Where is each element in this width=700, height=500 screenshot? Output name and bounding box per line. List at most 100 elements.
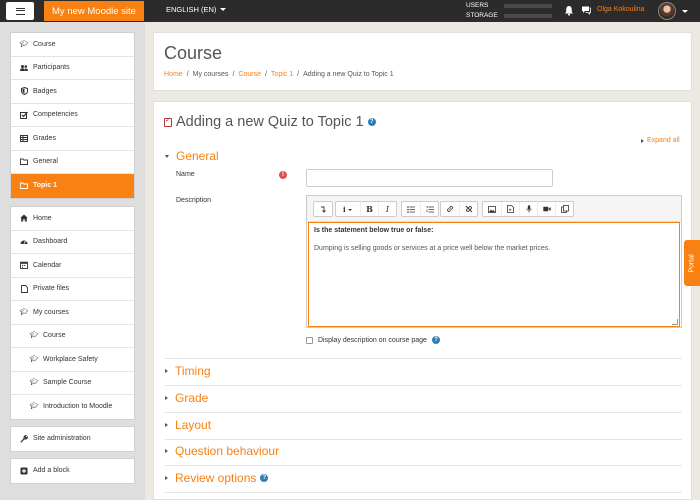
breadcrumb-home[interactable]: Home <box>164 71 183 78</box>
section-grade-toggle[interactable]: Grade <box>165 391 208 405</box>
section-layout-label: Layout <box>175 418 212 432</box>
section-question-behaviour-toggle[interactable]: Question behaviour <box>165 444 279 458</box>
users-icon <box>20 64 28 72</box>
breadcrumb-course[interactable]: Course <box>238 71 261 78</box>
caret-right-icon <box>641 138 644 143</box>
section-timing-toggle[interactable]: Timing <box>165 364 211 378</box>
section-layout-toggle[interactable]: Layout <box>165 418 211 432</box>
graduation-cap-icon: 🎓︎ <box>29 403 39 411</box>
nav-item-label: My courses <box>33 308 69 316</box>
usage-storage: STORAGE <box>466 11 552 21</box>
unlink-icon[interactable] <box>459 202 477 216</box>
nav-item-add-block[interactable]: Add a block <box>11 459 134 483</box>
section-divider <box>165 412 682 413</box>
chat-icon[interactable] <box>581 5 591 15</box>
site-name-link[interactable]: My new Moodle site <box>44 1 144 21</box>
nav-item-sample-course[interactable]: 🎓︎ Sample Course <box>11 372 134 395</box>
dashboard-icon <box>20 238 28 246</box>
bell-icon[interactable] <box>564 5 574 16</box>
help-icon[interactable]: ? <box>260 474 269 482</box>
avatar[interactable] <box>658 2 676 20</box>
page-header: Course Home / My courses / Course / Topi… <box>153 32 692 91</box>
language-menu[interactable]: ENGLISH (EN) <box>166 5 227 14</box>
name-input[interactable] <box>306 169 553 187</box>
nav-item-label: Home <box>33 214 52 222</box>
graduation-cap-icon: 🎓︎ <box>29 355 39 363</box>
paragraph-styles-icon[interactable]: i <box>336 202 360 216</box>
display-description-option: Display description on course page ? <box>306 336 440 344</box>
video-camera-icon[interactable] <box>537 202 555 216</box>
breadcrumb-separator: / <box>264 71 267 78</box>
caret-right-icon <box>165 369 168 373</box>
description-label: Description <box>176 197 212 204</box>
quiz-icon <box>164 116 172 127</box>
nav-item-site-administration[interactable]: Site administration <box>11 427 134 451</box>
nav-item-private-files[interactable]: Private files <box>11 278 134 301</box>
bold-icon[interactable]: B <box>360 202 378 216</box>
folder-icon <box>20 182 28 190</box>
nav-item-home[interactable]: Home <box>11 207 134 231</box>
nav-item-participants[interactable]: Participants <box>11 57 134 80</box>
section-grade-label: Grade <box>175 391 209 405</box>
help-icon[interactable]: ? <box>431 336 440 344</box>
nav-item-dashboard[interactable]: Dashboard <box>11 231 134 254</box>
user-menu-chevron-icon[interactable] <box>682 10 688 13</box>
section-review-options-toggle[interactable]: Review options ? <box>165 471 269 485</box>
italic-icon[interactable]: I <box>378 202 396 216</box>
nav-item-general[interactable]: General <box>11 151 134 174</box>
nav-item-topic-1[interactable]: Topic 1 <box>11 174 134 198</box>
nav-item-badges[interactable]: Badges <box>11 80 134 104</box>
editor-toolbar: i B I <box>307 196 681 222</box>
breadcrumb-topic-1[interactable]: Topic 1 <box>271 71 293 78</box>
required-icon: ! <box>279 171 287 179</box>
image-icon[interactable] <box>483 202 501 216</box>
page-title: Course <box>164 43 223 63</box>
usage-storage-bar <box>504 14 552 18</box>
user-name[interactable]: Olga Kokoulina <box>597 6 644 13</box>
resize-handle[interactable] <box>672 319 678 325</box>
nav-item-competencies[interactable]: Competencies <box>11 104 134 127</box>
description-editor-content[interactable]: Is the statement below true or false: Du… <box>308 222 680 327</box>
section-review-options-label: Review options <box>175 471 257 485</box>
language-label: ENGLISH (EN) <box>166 5 217 14</box>
unordered-list-icon[interactable] <box>402 202 420 216</box>
drawer-toggle-button[interactable] <box>6 2 34 20</box>
description-editor: i B I Is the statement below true or fal… <box>306 195 682 328</box>
graduation-cap-icon: 🎓︎ <box>19 40 29 48</box>
display-description-checkbox[interactable] <box>306 336 313 344</box>
nav-item-workplace-safety[interactable]: 🎓︎ Workplace Safety <box>11 348 134 372</box>
nav-item-calendar[interactable]: Calendar <box>11 254 134 278</box>
nav-item-label: Introduction to Moodle <box>43 403 113 411</box>
site-nav-block: Home Dashboard Calendar Private files 🎓︎… <box>10 206 135 420</box>
nav-item-label: Workplace Safety <box>43 355 98 363</box>
link-icon[interactable] <box>441 202 459 216</box>
svg-text:i: i <box>343 206 346 213</box>
portal-tab[interactable]: Portal <box>684 240 700 286</box>
show-more-buttons-icon[interactable] <box>314 202 332 216</box>
breadcrumb-separator: / <box>232 71 235 78</box>
nav-item-grades[interactable]: Grades <box>11 127 134 151</box>
section-general-toggle[interactable]: General <box>165 149 219 163</box>
checkbox-icon <box>20 111 28 119</box>
toolbar-group-media <box>482 201 574 217</box>
breadcrumb-separator: / <box>297 71 300 78</box>
nav-item-introduction-to-moodle[interactable]: 🎓︎ Introduction to Moodle <box>11 395 134 419</box>
ordered-list-icon[interactable] <box>420 202 438 216</box>
file-icon <box>20 284 28 293</box>
expand-all-label: Expand all <box>647 137 680 144</box>
manage-files-icon[interactable] <box>555 202 573 216</box>
nav-item-my-courses[interactable]: 🎓︎ My courses <box>11 301 134 325</box>
help-icon[interactable]: ? <box>367 118 376 126</box>
admin-nav-block: Site administration <box>10 426 135 452</box>
nav-item-course[interactable]: 🎓︎ Course <box>11 33 134 57</box>
toolbar-group-collapse <box>313 201 333 217</box>
usage-storage-label: STORAGE <box>466 12 498 19</box>
nav-item-course-link[interactable]: 🎓︎ Course <box>11 325 134 348</box>
nav-item-label: Private files <box>33 285 70 293</box>
breadcrumb-my-courses[interactable]: My courses <box>193 71 229 78</box>
nav-item-label: Topic 1 <box>33 182 57 190</box>
expand-all-link[interactable]: Expand all <box>641 137 680 144</box>
microphone-icon[interactable] <box>519 202 537 216</box>
media-icon[interactable] <box>501 202 519 216</box>
caret-right-icon <box>165 423 168 427</box>
